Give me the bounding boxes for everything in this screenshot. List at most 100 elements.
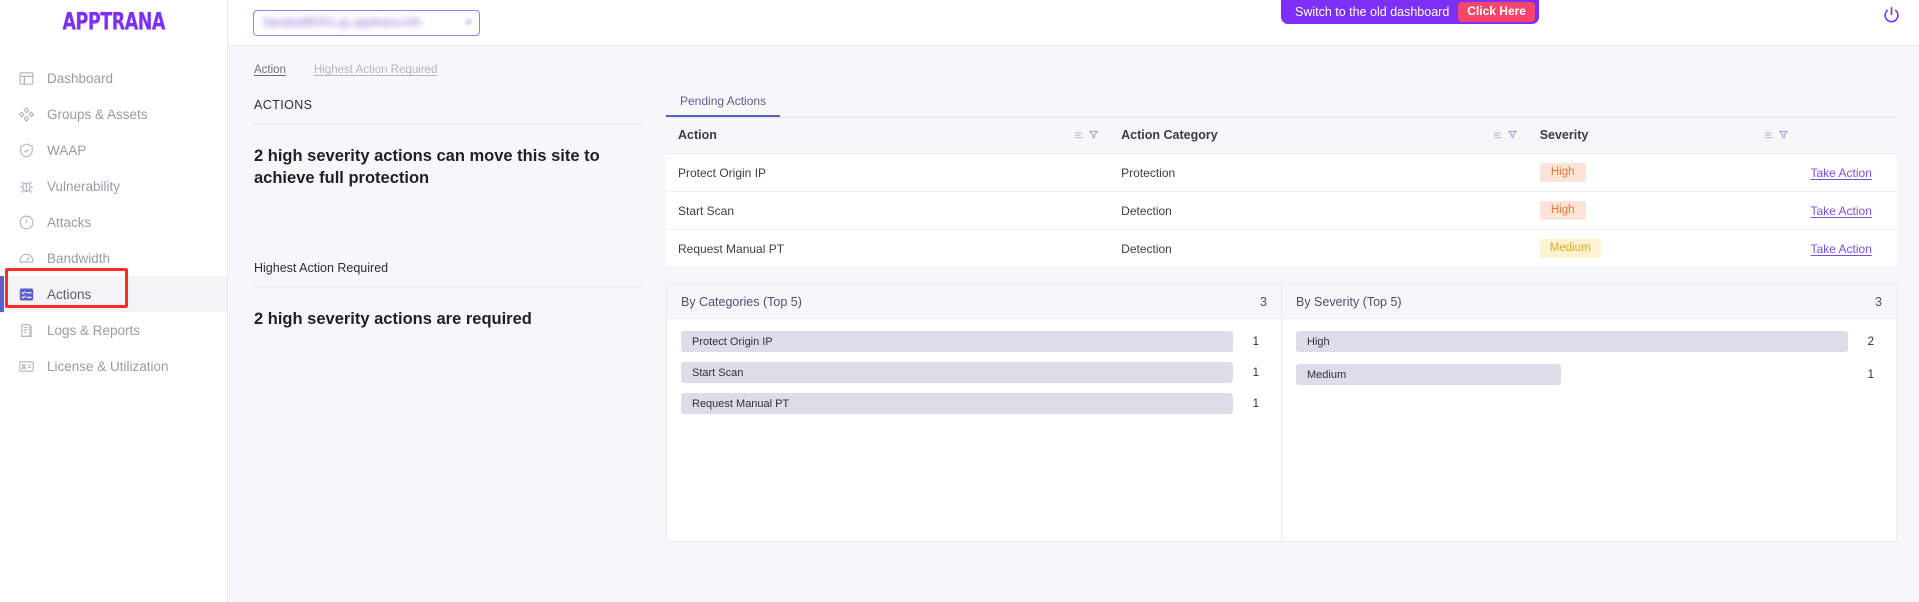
cell-category: Protection [1109, 153, 1528, 192]
sidebar-item-label: Vulnerability [47, 178, 121, 194]
bar-fill[interactable]: Protect Origin IP [681, 331, 1233, 352]
bar-track: Medium [1296, 364, 1848, 385]
tab-pending-actions[interactable]: Pending Actions [666, 94, 781, 117]
bar-value: 1 [1252, 397, 1259, 410]
sidebar-item-bandwidth[interactable]: Bandwidth [0, 240, 227, 276]
bar-track: Start Scan [681, 362, 1233, 383]
take-action-link[interactable]: Take Action [1811, 204, 1872, 218]
dashboard-icon [18, 70, 35, 87]
actions-summary-block: ACTIONS 2 high severity actions can move… [254, 88, 644, 190]
sidebar-item-label: Attacks [47, 214, 92, 230]
by-categories-title: By Categories (Top 5) [681, 294, 802, 309]
sidebar-item-label: Logs & Reports [47, 322, 141, 338]
app-root: APPTRANA Dashboard Groups & Assets WAAP … [0, 0, 1919, 602]
column-header-action-category[interactable]: Action Category [1109, 118, 1528, 154]
bar-fill[interactable]: Start Scan [681, 362, 1233, 383]
bug-icon [18, 178, 35, 195]
shield-check-icon [18, 142, 35, 159]
sidebar-item-attacks[interactable]: Attacks [0, 204, 227, 240]
table-row: Request Manual PT Detection Medium Take … [666, 229, 1897, 268]
bar-track: High [1296, 331, 1848, 352]
column-tools-action [1073, 129, 1099, 143]
cell-action: Start Scan [666, 191, 1110, 230]
bar-track: Request Manual PT [681, 393, 1233, 414]
domain-selector-value: bandwidth001.gc.apptrana.info [264, 16, 422, 29]
filter-icon[interactable] [1507, 129, 1518, 143]
column-header-severity[interactable]: Severity [1527, 118, 1799, 154]
filter-icon[interactable] [1088, 129, 1099, 143]
column-header-label: Action Category [1121, 128, 1218, 142]
main-region: bandwidth001.gc.apptrana.info ▾ Switch t… [228, 0, 1919, 602]
details-column: Pending Actions Action Action Category S… [666, 88, 1897, 542]
power-icon [1881, 5, 1902, 31]
gauge-icon [18, 250, 35, 267]
by-categories-bars: Protect Origin IP 1 Start Scan 1 Request… [667, 319, 1281, 541]
cell-action: Protect Origin IP [666, 153, 1110, 192]
sidebar-item-dashboard[interactable]: Dashboard [0, 60, 227, 96]
bar-value: 1 [1252, 366, 1259, 379]
by-severity-card-header: By Severity (Top 5) 3 [1282, 285, 1896, 319]
by-categories-count: 3 [1260, 294, 1267, 309]
by-severity-bars: High 2 Medium 1 [1282, 319, 1896, 541]
cell-take-action: Take Action [1798, 191, 1897, 230]
sort-icon[interactable] [1763, 129, 1774, 143]
column-header-take-action [1798, 118, 1897, 154]
sidebar-item-label: License & Utilization [47, 358, 169, 374]
sidebar-item-groups-assets[interactable]: Groups & Assets [0, 96, 227, 132]
bar-value: 2 [1867, 335, 1874, 348]
table-row: Start Scan Detection High Take Action [666, 191, 1897, 230]
column-header-action[interactable]: Action [666, 118, 1110, 154]
anchor-link-highest-action-required[interactable]: Highest Action Required [314, 64, 437, 76]
sidebar-item-label: Groups & Assets [47, 106, 148, 122]
apptrana-logo: APPTRANA [62, 8, 165, 36]
domain-selector[interactable]: bandwidth001.gc.apptrana.info ▾ [253, 9, 480, 36]
cell-severity: High [1527, 153, 1799, 192]
sidebar-item-vulnerability[interactable]: Vulnerability [0, 168, 227, 204]
sidebar-item-label: WAAP [47, 142, 87, 158]
checklist-icon [18, 286, 35, 303]
bar-fill[interactable]: Medium [1296, 364, 1561, 385]
sort-icon[interactable] [1492, 129, 1503, 143]
bar-value: 1 [1867, 368, 1874, 381]
bar-fill[interactable]: High [1296, 331, 1848, 352]
pending-actions-table: Action Action Category Severity Protect … [666, 118, 1897, 268]
logs-icon [18, 322, 35, 339]
tabstrip: Pending Actions [666, 88, 1897, 118]
bar-value: 1 [1252, 335, 1259, 348]
highest-action-summary-block: Highest Action Required 2 high severity … [254, 251, 644, 331]
bar-row: Medium 1 [1296, 364, 1882, 385]
nodes-icon [18, 106, 35, 123]
column-tools-category [1492, 129, 1518, 143]
sidebar-item-waap[interactable]: WAAP [0, 132, 227, 168]
by-severity-card: By Severity (Top 5) 3 High 2 Medium 1 [1282, 284, 1897, 542]
sidebar-item-label: Dashboard [47, 70, 114, 86]
license-card-icon [18, 358, 35, 375]
column-header-label: Action [678, 128, 717, 142]
sort-icon[interactable] [1073, 129, 1084, 143]
bar-fill[interactable]: Request Manual PT [681, 393, 1233, 414]
column-header-label: Severity [1539, 128, 1589, 142]
cell-category: Detection [1109, 229, 1528, 268]
sidebar-item-license-utilization[interactable]: License & Utilization [0, 348, 227, 384]
column-tools-severity [1763, 129, 1789, 143]
actions-summary-text: 2 high severity actions can move this si… [254, 147, 600, 187]
anchor-link-action[interactable]: Action [254, 64, 286, 76]
cell-category: Detection [1109, 191, 1528, 230]
by-severity-title: By Severity (Top 5) [1296, 294, 1402, 309]
bar-row: Protect Origin IP 1 [681, 331, 1267, 352]
take-action-link[interactable]: Take Action [1811, 242, 1872, 256]
filter-icon[interactable] [1778, 129, 1789, 143]
content-area: Action Highest Action Required ACTIONS 2… [228, 45, 1919, 602]
logout-power-button[interactable] [1879, 6, 1903, 30]
sidebar-item-logs-reports[interactable]: Logs & Reports [0, 312, 227, 348]
sidebar-item-actions[interactable]: Actions [0, 276, 227, 312]
take-action-link[interactable]: Take Action [1811, 166, 1872, 180]
bar-row: Request Manual PT 1 [681, 393, 1267, 414]
bar-track: Protect Origin IP [681, 331, 1233, 352]
click-here-button[interactable]: Click Here [1458, 1, 1535, 23]
status-badge: High [1539, 163, 1586, 182]
anchor-links: Action Highest Action Required [228, 46, 1919, 76]
bar-row: Start Scan 1 [681, 362, 1267, 383]
switch-dashboard-banner: Switch to the old dashboard Click Here [1281, 0, 1539, 24]
columns: ACTIONS 2 high severity actions can move… [228, 76, 1919, 542]
